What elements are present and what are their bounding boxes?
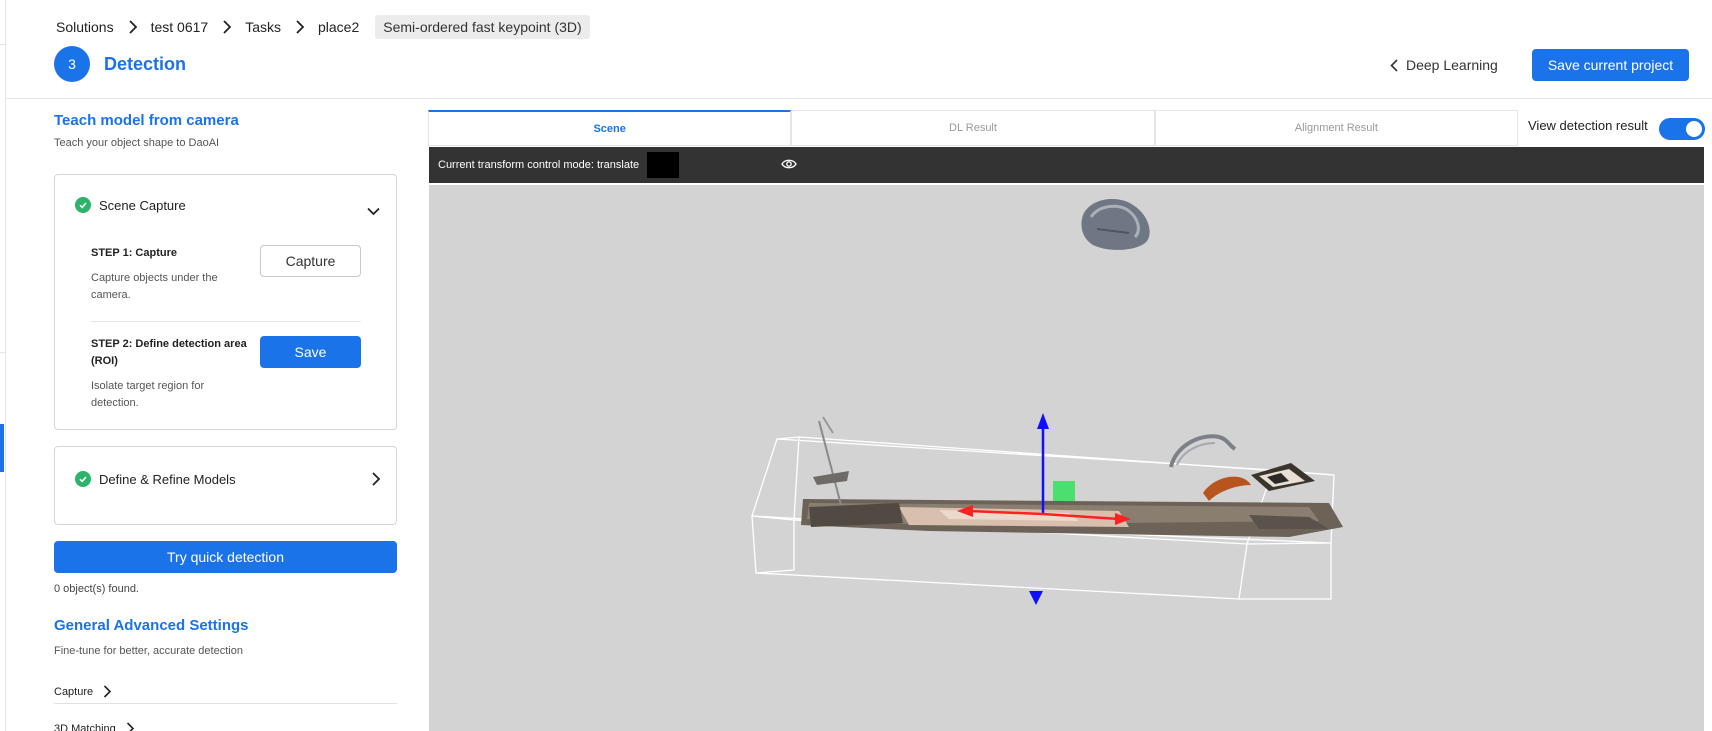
check-circle-icon — [75, 197, 91, 213]
save-current-project-button[interactable]: Save current project — [1532, 49, 1689, 81]
breadcrumb-item-task[interactable]: place2 — [316, 19, 361, 35]
scanned-object-orange — [1203, 476, 1251, 501]
rail-active-indicator — [0, 424, 4, 472]
scanned-object-board — [1251, 463, 1315, 491]
eye-icon[interactable] — [781, 157, 797, 175]
teach-title: Teach model from camera — [54, 112, 239, 129]
teach-subtitle: Teach your object shape to DaoAI — [54, 137, 220, 149]
chevron-right-icon[interactable] — [371, 472, 381, 491]
step1-title: STEP 1: Capture — [91, 247, 177, 259]
define-models-label: Define & Refine Models — [99, 471, 236, 487]
define-models-card[interactable]: Define & Refine Models — [54, 446, 397, 525]
step2-title: STEP 2: Define detection area (ROI) — [91, 338, 247, 367]
chevron-left-icon — [1390, 58, 1398, 72]
check-circle-icon — [75, 471, 91, 487]
breadcrumb: Solutions test 0617 Tasks place2 Semi-or… — [54, 14, 590, 40]
transform-mode-text: Current transform control mode: translat… — [438, 159, 640, 171]
breadcrumb-item-solutions[interactable]: Solutions — [54, 19, 116, 35]
tab-dl-result[interactable]: DL Result — [791, 110, 1155, 145]
advanced-item-3d-matching[interactable]: 3D Matching — [54, 722, 134, 731]
breadcrumb-item-project[interactable]: test 0617 — [149, 19, 211, 35]
page-header: 3 Detection — [54, 46, 186, 82]
deep-learning-label: Deep Learning — [1406, 57, 1498, 73]
advanced-settings-title: General Advanced Settings — [54, 617, 249, 634]
capture-button[interactable]: Capture — [260, 245, 361, 277]
step2-block: STEP 2: Define detection area (ROI) Isol… — [91, 336, 251, 412]
step-badge: 3 — [54, 46, 90, 82]
chevron-down-icon[interactable] — [367, 203, 380, 221]
chevron-right-icon — [222, 20, 232, 34]
deep-learning-back-link[interactable]: Deep Learning — [1390, 52, 1498, 78]
scene-capture-header[interactable]: Scene Capture — [75, 197, 186, 213]
view-detection-label: View detection result — [1528, 118, 1648, 133]
scanned-surface — [801, 499, 1343, 537]
chevron-right-icon — [128, 20, 137, 34]
scanned-object-top — [1081, 199, 1150, 250]
tab-scene[interactable]: Scene — [428, 110, 792, 145]
advanced-item-label: 3D Matching — [54, 722, 116, 731]
step-divider — [91, 321, 361, 322]
chevron-right-icon — [104, 685, 112, 698]
advanced-settings-subtitle: Fine-tune for better, accurate detection — [54, 645, 243, 657]
3d-viewport[interactable] — [429, 185, 1704, 731]
app-window: Solutions test 0617 Tasks place2 Semi-or… — [0, 0, 1712, 731]
step1-block: STEP 1: Capture Capture objects under th… — [91, 245, 251, 304]
view-detection-toggle[interactable] — [1659, 118, 1705, 140]
breadcrumb-item-tasks[interactable]: Tasks — [243, 19, 283, 35]
advanced-item-label: Capture — [54, 685, 94, 698]
toggle-knob — [1686, 121, 1702, 137]
chevron-right-icon — [126, 722, 134, 731]
left-rail — [0, 0, 6, 731]
step1-description: Capture objects under the camera. — [91, 272, 218, 301]
header-divider — [6, 98, 1712, 99]
transform-toolbar: Current transform control mode: translat… — [429, 147, 1704, 183]
mode-color-swatch[interactable] — [647, 152, 680, 178]
page-title: Detection — [104, 53, 187, 74]
scene-capture-card: Scene Capture STEP 1: Capture Capture ob… — [54, 174, 397, 430]
try-quick-detection-button[interactable]: Try quick detection — [54, 541, 397, 573]
teach-section: Teach model from camera Teach your objec… — [54, 112, 397, 149]
breadcrumb-current: Semi-ordered fast keypoint (3D) — [375, 15, 590, 39]
point-cloud-scene — [751, 199, 1343, 605]
save-roi-button[interactable]: Save — [260, 336, 361, 368]
scanned-object-left — [813, 416, 849, 506]
scene-capture-label: Scene Capture — [99, 197, 186, 213]
advanced-item-capture[interactable]: Capture — [54, 680, 397, 704]
define-models-header: Define & Refine Models — [75, 471, 236, 487]
step2-description: Isolate target region for detection. — [91, 380, 205, 409]
rail-divider — [0, 44, 6, 45]
scanned-object-hook — [1169, 434, 1237, 468]
chevron-right-icon — [295, 20, 304, 34]
objects-found-text: 0 object(s) found. — [54, 583, 139, 595]
viewer-tabs: Scene DL Result Alignment Result — [428, 110, 1518, 146]
tab-alignment-result[interactable]: Alignment Result — [1154, 110, 1518, 145]
rail-divider — [0, 352, 6, 353]
